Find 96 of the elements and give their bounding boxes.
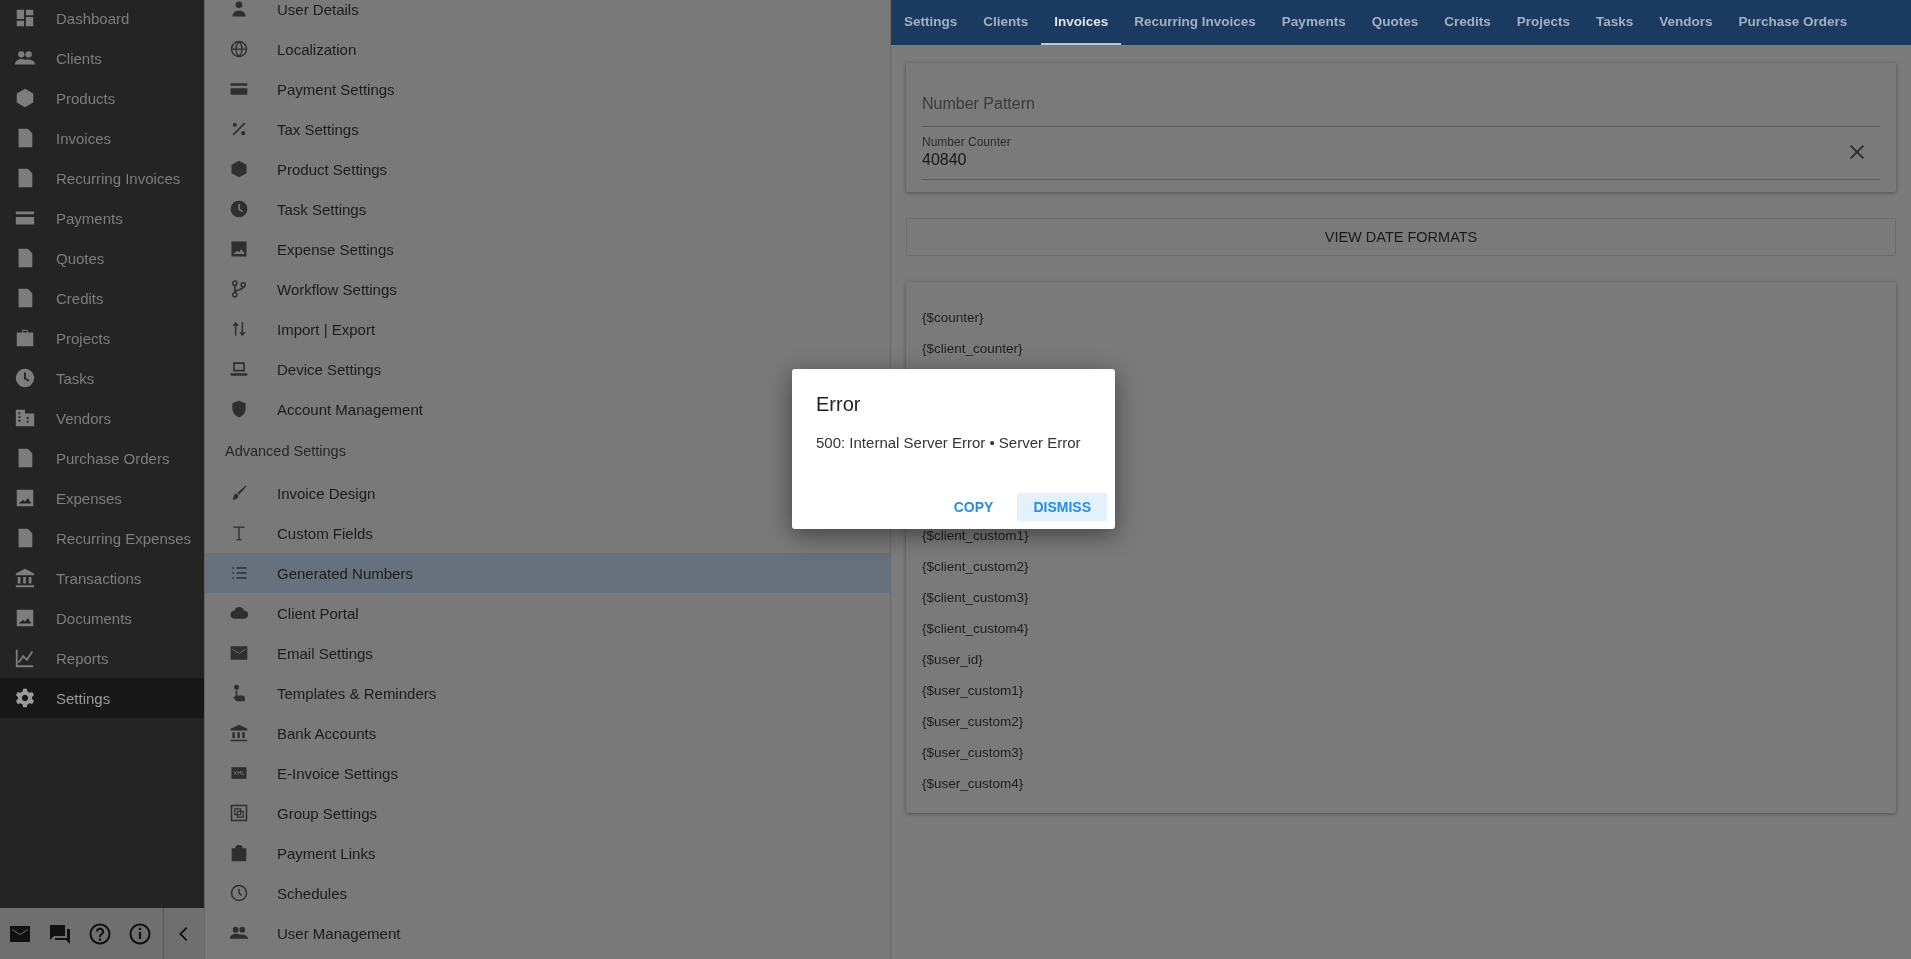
variable-text: {$user_id} [922, 652, 983, 667]
section-heading: Advanced Settings [225, 443, 346, 459]
variable-text: {$client_custom2} [922, 559, 1029, 574]
bank-icon [229, 723, 249, 743]
brush-icon [229, 483, 249, 503]
dialog-button[interactable]: COPY [937, 493, 1010, 521]
sidebar-item[interactable]: Vendors [0, 398, 204, 438]
group-icon [229, 803, 249, 823]
globe-icon [229, 39, 249, 59]
variable-text: {$user_custom1} [922, 683, 1024, 698]
gear-icon [14, 687, 36, 709]
settings-item[interactable]: Payment Settings [205, 69, 890, 109]
settings-item[interactable]: Workflow Settings [205, 269, 890, 309]
dashboard-icon [14, 7, 36, 29]
sidebar-item[interactable]: Reports [0, 638, 204, 678]
dialog-button[interactable]: DISMISS [1017, 493, 1107, 521]
sidebar-item[interactable]: Recurring Invoices [0, 158, 204, 198]
image-icon [14, 487, 36, 509]
view-date-formats-button[interactable]: VIEW DATE FORMATS [906, 218, 1896, 256]
variable-text: {$user_custom2} [922, 714, 1024, 729]
variable-text: {$user_custom4} [922, 776, 1024, 791]
clock-outline-icon [229, 883, 249, 903]
sidebar-item[interactable]: Quotes [0, 238, 204, 278]
tab[interactable]: Tasks [1582, 0, 1647, 45]
briefcase-icon [14, 327, 36, 349]
branch-icon [229, 279, 249, 299]
settings-item[interactable]: User Details [205, 0, 890, 29]
sidebar-item[interactable]: Clients [0, 38, 204, 78]
info-icon [128, 921, 152, 946]
settings-item[interactable]: Email Settings [205, 633, 890, 673]
sidebar-item[interactable]: Expenses [0, 478, 204, 518]
tab[interactable]: Quotes [1358, 0, 1432, 45]
image-icon [229, 239, 249, 259]
tab[interactable]: Recurring Invoices [1121, 0, 1269, 45]
input-field[interactable]: Number Counter 40840 [922, 127, 1880, 180]
help-icon [88, 921, 112, 946]
shield-icon [229, 399, 249, 419]
clock-icon [229, 199, 249, 219]
tab[interactable]: Purchase Orders [1725, 0, 1861, 45]
envelope-icon [229, 643, 249, 663]
settings-item[interactable]: User Management [205, 913, 890, 953]
settings-item[interactable]: E-Invoice Settings [205, 753, 890, 793]
settings-item[interactable]: Expense Settings [205, 229, 890, 269]
cube-icon [14, 87, 36, 109]
variable-text: {$client_custom3} [922, 590, 1029, 605]
bank-icon [14, 567, 36, 589]
sidebar-item[interactable]: Dashboard [0, 0, 204, 38]
settings-item[interactable]: Payment Links [205, 833, 890, 873]
sidebar-item[interactable]: Recurring Expenses [0, 518, 204, 558]
settings-item[interactable]: Localization [205, 29, 890, 69]
input-field[interactable]: Number Pattern [922, 71, 1880, 127]
settings-item[interactable]: Group Settings [205, 793, 890, 833]
dialog-message: 500: Internal Server Error • Server Error [816, 434, 1081, 451]
sidebar-item[interactable]: Invoices [0, 118, 204, 158]
settings-item[interactable]: Tax Settings [205, 109, 890, 149]
sidebar-item[interactable]: Credits [0, 278, 204, 318]
person-icon [229, 0, 249, 19]
variable-text: {$client_custom4} [922, 621, 1029, 636]
tab[interactable]: Payments [1268, 0, 1359, 45]
settings-item[interactable]: Client Portal [205, 593, 890, 633]
settings-item[interactable]: Invoice Design [205, 473, 890, 513]
variable-text: {$client_counter} [922, 341, 1023, 356]
dialog-title: Error [816, 393, 861, 416]
sidebar-item[interactable]: Products [0, 78, 204, 118]
image-icon [14, 607, 36, 629]
tab[interactable]: Settings [891, 0, 971, 45]
sidebar-item[interactable]: Tasks [0, 358, 204, 398]
tab[interactable]: Invoices [1041, 0, 1122, 45]
tab[interactable]: Credits [1431, 0, 1504, 45]
settings-item[interactable]: Bank Accounts [205, 713, 890, 753]
sidebar-item[interactable]: Purchase Orders [0, 438, 204, 478]
settings-item[interactable]: Templates & Reminders [205, 673, 890, 713]
tab[interactable]: Clients [970, 0, 1042, 45]
variable-text: {$counter} [922, 310, 984, 325]
sidebar-item[interactable]: Settings [0, 678, 204, 718]
settings-item[interactable]: Task Settings [205, 189, 890, 229]
variable-text: {$user_custom3} [922, 745, 1024, 760]
sidebar-item[interactable]: Payments [0, 198, 204, 238]
chart-icon [14, 647, 36, 669]
building-icon [14, 407, 36, 429]
cube-icon [229, 159, 249, 179]
tab[interactable]: Projects [1503, 0, 1583, 45]
settings-item[interactable]: Product Settings [205, 149, 890, 189]
settings-item[interactable]: Custom Fields [205, 513, 890, 553]
settings-item[interactable]: Generated Numbers [205, 553, 890, 593]
settings-item[interactable]: Import | Export [205, 309, 890, 349]
settings-item[interactable]: Device Settings [205, 349, 890, 389]
laptop-icon [229, 359, 249, 379]
clock-icon [14, 367, 36, 389]
sidebar-item[interactable]: Documents [0, 598, 204, 638]
sidebar-item[interactable]: Projects [0, 318, 204, 358]
variable-text: {$client_custom1} [922, 528, 1029, 543]
tab[interactable]: Vendors [1646, 0, 1726, 45]
sidebar-item[interactable]: Transactions [0, 558, 204, 598]
settings-item[interactable]: Schedules [205, 873, 890, 913]
bag-icon [229, 843, 249, 863]
